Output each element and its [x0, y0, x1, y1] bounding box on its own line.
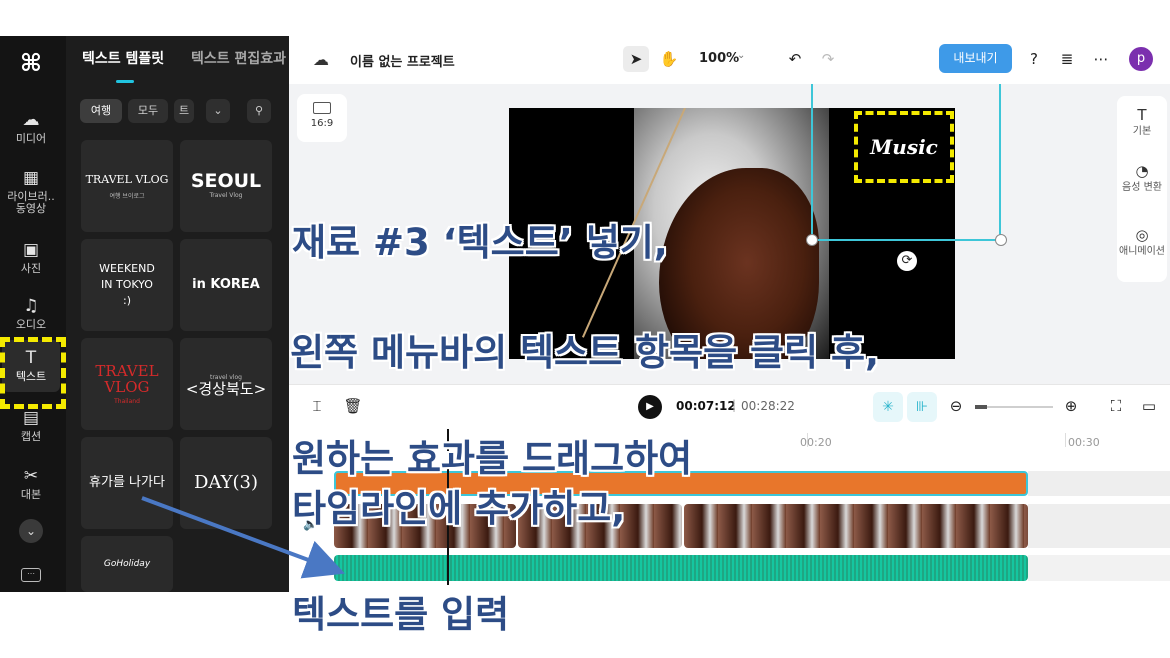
instruction-line-1: 왼쪽 메뉴바의 텍스트 항목을 클릭 후, — [290, 331, 880, 374]
step-title: 재료 #3 ‘텍스트’ 넣기, — [292, 221, 668, 264]
app-root: ⌘ ☁ 미디어 ▦ 라이브러.. 동영상 ▣ 사진 ♫ 오디오 T 텍스트 ▤ … — [0, 0, 1170, 658]
instruction-line-4: 텍스트를 입력 — [292, 593, 510, 636]
instruction-line-3: 타임라인에 추가하고, — [292, 487, 626, 530]
instruction-line-2: 원하는 효과를 드래그하여 — [292, 437, 693, 480]
